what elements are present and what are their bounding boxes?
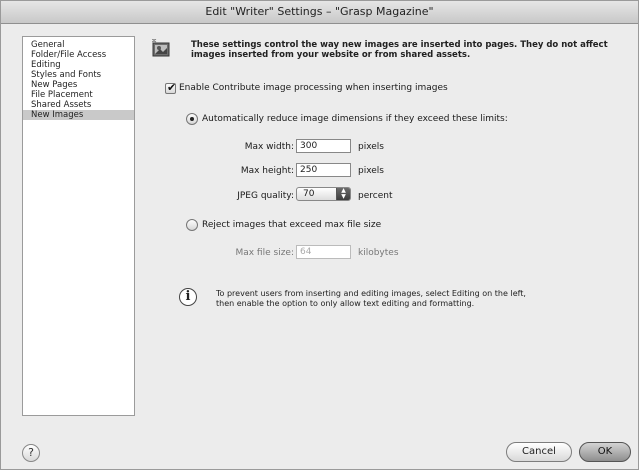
enable-processing-checkbox[interactable]: ✔ <box>165 81 176 94</box>
cancel-button[interactable]: Cancel <box>506 442 572 462</box>
max-file-size-unit: kilobytes <box>358 248 399 258</box>
sidebar-item-shared-assets[interactable]: Shared Assets <box>23 100 134 110</box>
sidebar-item-editing[interactable]: Editing <box>23 60 134 70</box>
sidebar-item-new-images[interactable]: New Images <box>23 110 134 120</box>
reduce-dimensions-radio[interactable] <box>186 113 198 125</box>
image-settings-icon <box>151 38 170 57</box>
max-height-input[interactable] <box>296 163 351 177</box>
jpeg-quality-label: JPEG quality: <box>237 191 294 201</box>
reject-images-label: Reject images that exceed max file size <box>202 220 382 230</box>
max-width-unit: pixels <box>358 142 384 152</box>
enable-processing-label: Enable Contribute image processing when … <box>179 83 448 93</box>
sidebar-item-folder-file-access[interactable]: Folder/File Access <box>23 50 134 60</box>
sidebar-item-new-pages[interactable]: New Pages <box>23 80 134 90</box>
stepper-arrows-icon: ▲ ▼ <box>336 188 350 200</box>
sidebar-item-general[interactable]: General <box>23 40 134 50</box>
sidebar-item-styles-and-fonts[interactable]: Styles and Fonts <box>23 70 134 80</box>
reject-images-radio[interactable] <box>186 219 198 231</box>
category-list[interactable]: General Folder/File Access Editing Style… <box>22 36 135 416</box>
max-file-size-label: Max file size: <box>235 248 294 258</box>
description-text: These settings control the way new image… <box>191 40 608 60</box>
max-file-size-input[interactable] <box>296 245 351 259</box>
max-width-input[interactable] <box>296 139 351 153</box>
jpeg-quality-select[interactable]: 70 ▲ ▼ <box>296 187 351 201</box>
max-width-label: Max width: <box>244 142 294 152</box>
info-text-line2: then enable the option to only allow tex… <box>216 299 475 308</box>
window-title: Edit "Writer" Settings – "Grasp Magazine… <box>1 1 638 24</box>
jpeg-quality-value: 70 <box>303 189 315 199</box>
info-icon: i <box>179 288 197 306</box>
ok-button[interactable]: OK <box>579 442 631 462</box>
jpeg-quality-unit: percent <box>358 191 393 201</box>
max-height-label: Max height: <box>240 166 294 176</box>
info-text-line1: To prevent users from inserting and edit… <box>216 289 526 298</box>
sidebar-item-file-placement[interactable]: File Placement <box>23 90 134 100</box>
help-button[interactable]: ? <box>22 444 40 462</box>
max-height-unit: pixels <box>358 166 384 176</box>
reduce-dimensions-label: Automatically reduce image dimensions if… <box>202 114 508 124</box>
settings-dialog: Edit "Writer" Settings – "Grasp Magazine… <box>0 0 639 470</box>
